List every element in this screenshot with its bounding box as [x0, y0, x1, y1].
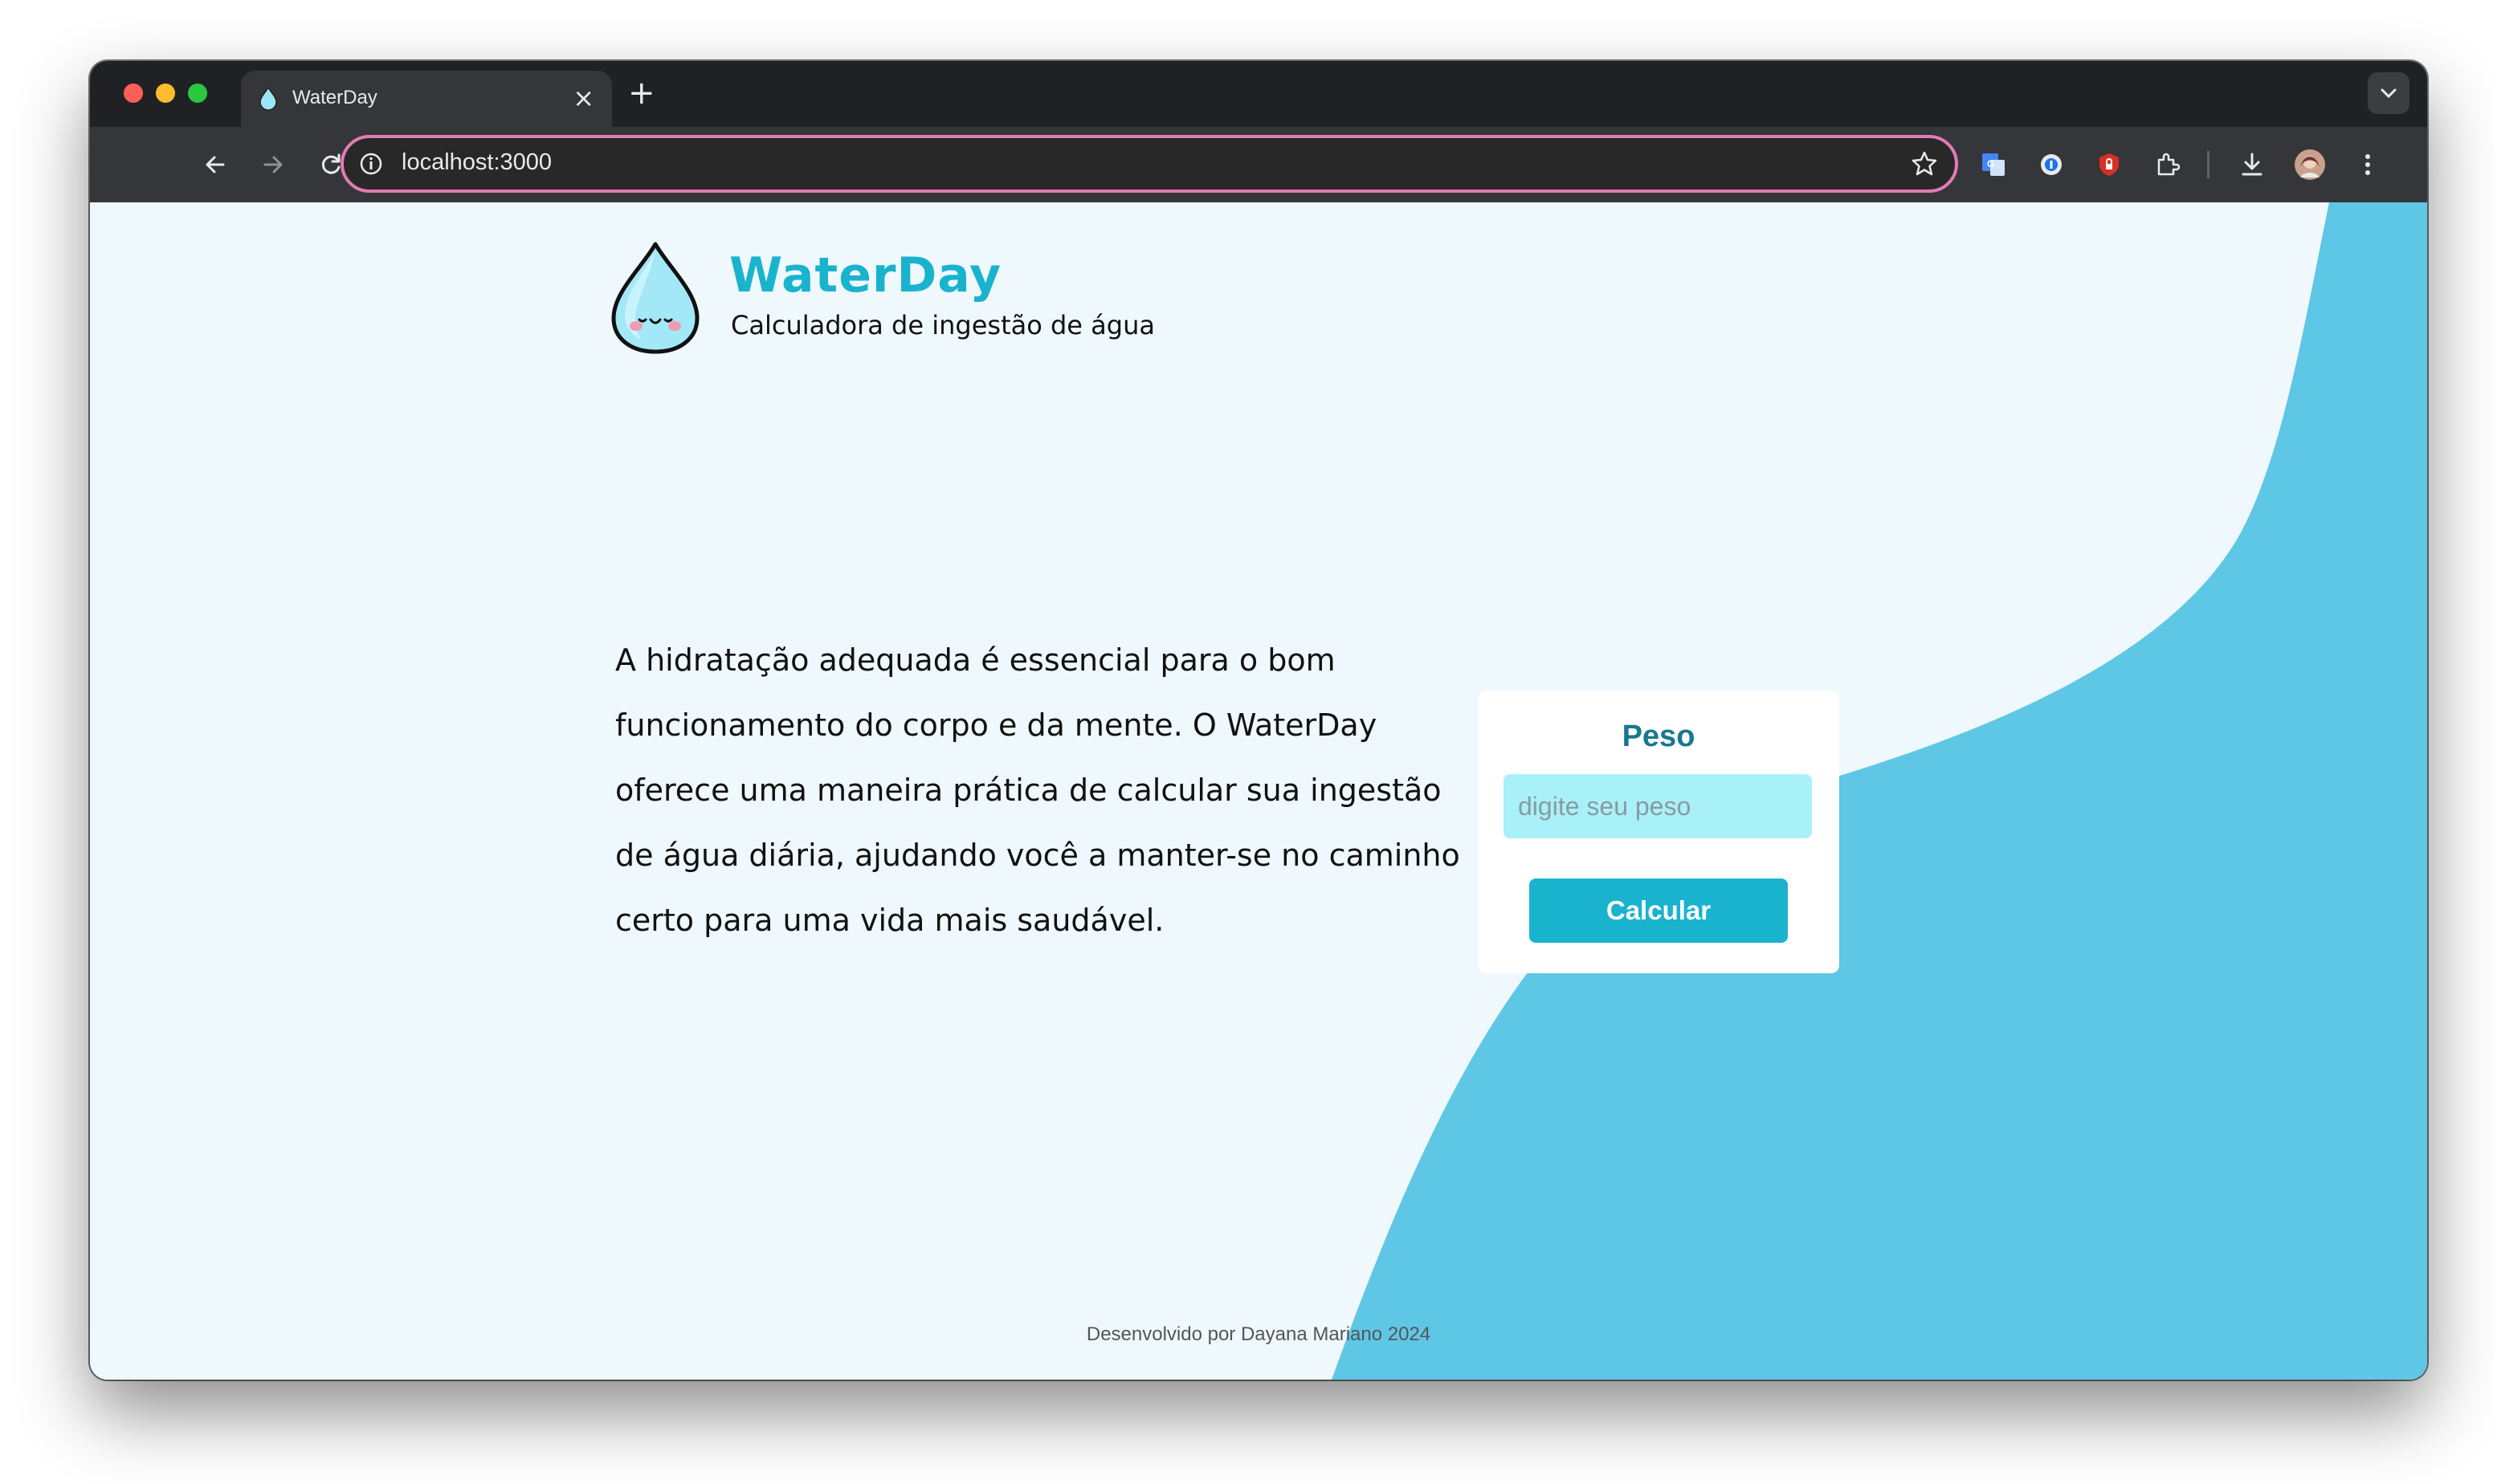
tab-title: WaterDay	[292, 87, 377, 108]
url-text[interactable]: localhost:3000	[402, 149, 552, 176]
info-icon[interactable]	[357, 149, 386, 178]
password-manager-icon[interactable]	[2034, 147, 2069, 182]
weight-input[interactable]	[1504, 774, 1812, 838]
chevron-down-icon	[2381, 88, 2397, 99]
water-drop-icon	[259, 87, 277, 111]
tab-search-button[interactable]	[2368, 72, 2409, 114]
zoom-window-button[interactable]	[188, 84, 207, 103]
forward-icon[interactable]	[255, 147, 291, 182]
close-window-button[interactable]	[124, 84, 143, 103]
water-drop-logo-icon	[611, 242, 700, 354]
star-icon[interactable]	[1908, 148, 1940, 180]
translate-icon[interactable]: G	[1976, 147, 2011, 182]
more-menu-icon[interactable]	[2350, 147, 2385, 182]
new-tab-button[interactable]: +	[628, 75, 655, 111]
intro-paragraph: A hidratação adequada é essencial para o…	[615, 642, 1460, 938]
browser-window: WaterDay × + localhost:3000 G WaterDay C…	[90, 61, 2427, 1380]
browser-toolbar: localhost:3000 G	[90, 127, 2427, 202]
calculate-button[interactable]: Calcular	[1529, 879, 1788, 943]
profile-avatar[interactable]	[2292, 147, 2328, 182]
address-bar[interactable]: localhost:3000	[341, 135, 1958, 193]
toolbar-divider	[2207, 151, 2209, 178]
weight-label: Peso	[1622, 720, 1695, 753]
brand-title: WaterDay	[729, 247, 1002, 304]
download-icon[interactable]	[2234, 147, 2270, 182]
tab-close-icon[interactable]: ×	[573, 82, 594, 114]
back-icon[interactable]	[198, 147, 233, 182]
weight-form-card: Peso Calcular	[1478, 691, 1839, 973]
footer-credit: Desenvolvido por Dayana Mariano 2024	[1086, 1323, 1431, 1345]
extensions-icon[interactable]	[2149, 147, 2185, 182]
tab-waterday[interactable]: WaterDay ×	[241, 71, 612, 127]
svg-text:G: G	[1987, 158, 1994, 169]
page-content: WaterDay Calculadora de ingestão de água…	[90, 202, 2427, 1380]
minimize-window-button[interactable]	[156, 84, 175, 103]
brand-subtitle: Calculadora de ingestão de água	[731, 310, 1155, 340]
tab-strip: WaterDay × +	[90, 61, 2427, 127]
security-extension-icon[interactable]	[2091, 147, 2127, 182]
